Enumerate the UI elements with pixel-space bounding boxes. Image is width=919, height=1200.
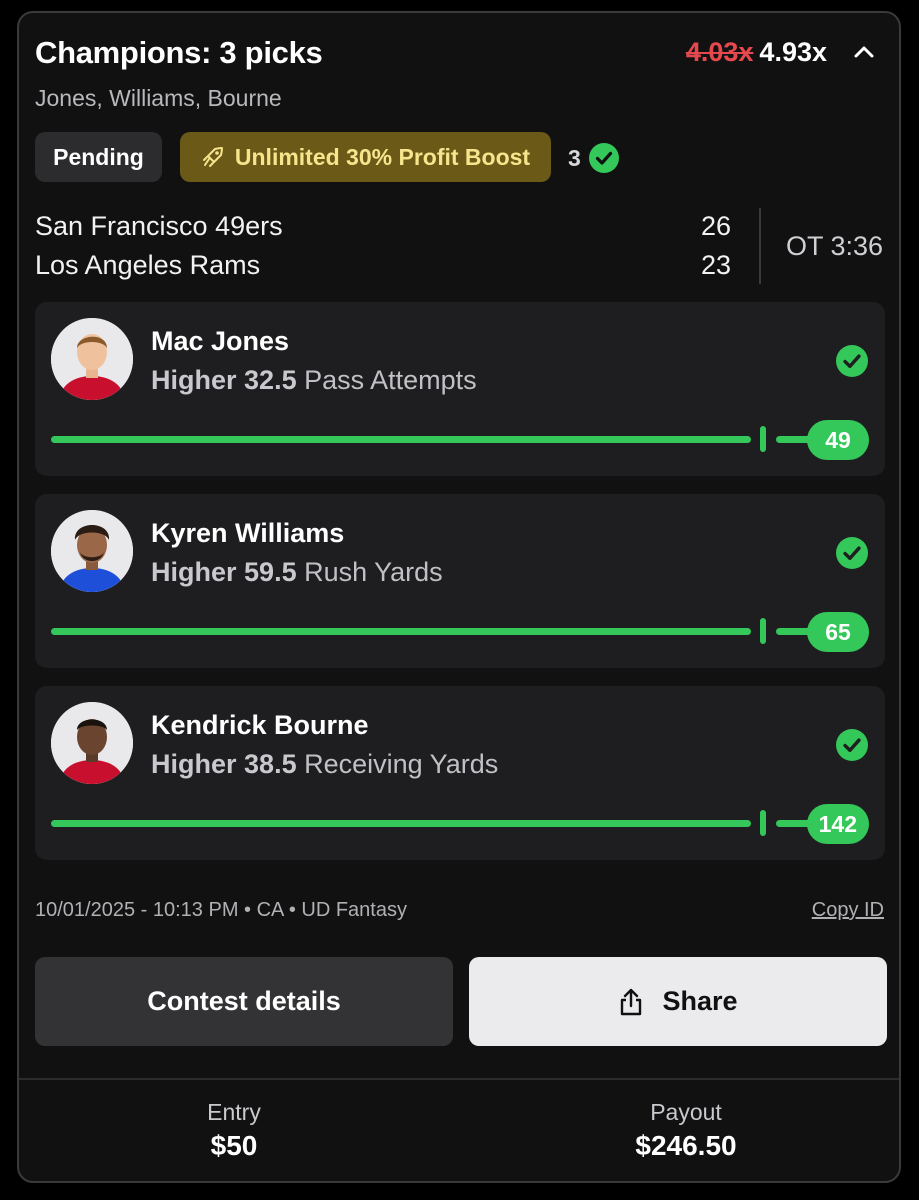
away-team-name: Los Angeles Rams (35, 250, 261, 280)
progress-bar (51, 820, 751, 827)
avatar (51, 318, 133, 400)
share-button[interactable]: Share (469, 957, 887, 1046)
progress-bar (51, 628, 751, 635)
actual-stat-pill: 49 (807, 420, 869, 460)
old-multiplier: 4.03x (685, 37, 754, 67)
pick-stat: Receiving Yards (304, 749, 499, 779)
profit-boost-badge: Unlimited 30% Profit Boost (180, 132, 551, 182)
player-name: Mac Jones (151, 326, 290, 356)
slip-title: Champions: 3 picks (35, 35, 323, 70)
line-marker (760, 426, 766, 452)
payout-summary: Payout $246.50 (476, 1099, 896, 1162)
check-circle-icon (588, 143, 619, 173)
pick-direction: Higher (151, 749, 237, 779)
entry-label: Entry (207, 1099, 261, 1125)
game-clock: OT 3:36 (786, 231, 884, 261)
entry-value: $50 (210, 1130, 258, 1161)
share-icon (621, 988, 642, 1015)
contest-details-label: Contest details (147, 986, 341, 1016)
pick-line: Higher 38.5 Receiving Yards (151, 749, 498, 780)
contest-details-button[interactable]: Contest details (35, 957, 453, 1046)
check-circle-icon (836, 345, 868, 377)
pick-card[interactable]: Kyren Williams Higher 59.5 Rush Yards 65 (35, 494, 885, 668)
check-circle-icon (836, 729, 868, 761)
home-team-score: 26 (700, 211, 731, 241)
actual-stat-pill: 142 (806, 804, 869, 844)
copy-id-link[interactable]: Copy ID (812, 899, 884, 922)
progress-bar (51, 436, 751, 443)
profit-boost-label: Unlimited 30% Profit Boost (234, 143, 531, 170)
entry-summary: Entry $50 (24, 1099, 444, 1162)
pick-stat: Pass Attempts (304, 365, 477, 395)
home-team-name: San Francisco 49ers (35, 211, 283, 241)
share-label: Share (662, 986, 738, 1016)
payout-label: Payout (650, 1099, 722, 1125)
line-marker (760, 618, 766, 644)
pick-card[interactable]: Mac Jones Higher 32.5 Pass Attempts 49 (35, 302, 885, 476)
boosted-multiplier: 4.93x (759, 37, 827, 67)
avatar (51, 510, 133, 592)
entry-card: Champions: 3 picks 4.03x 4.93x Jones, Wil… (17, 11, 901, 1183)
multiplier: 4.03x 4.93x (686, 37, 827, 68)
pick-line-value: 59.5 (244, 557, 297, 587)
game-divider (759, 208, 761, 284)
pick-direction: Higher (151, 557, 237, 587)
rocket-icon (202, 147, 223, 167)
players-summary: Jones, Williams, Bourne (35, 85, 282, 111)
pick-line: Higher 32.5 Pass Attempts (151, 365, 477, 396)
check-circle-icon (836, 537, 868, 569)
player-name: Kendrick Bourne (151, 710, 369, 740)
player-name: Kyren Williams (151, 518, 345, 548)
entry-meta-info: 10/01/2025 - 10:13 PM • CA • UD Fantasy (35, 899, 407, 921)
away-team-score: 23 (700, 250, 731, 280)
pick-line-value: 32.5 (244, 365, 297, 395)
avatar (51, 702, 133, 784)
pick-line-value: 38.5 (244, 749, 297, 779)
line-marker (760, 810, 766, 836)
correct-count-value: 3 (568, 144, 581, 171)
pick-card[interactable]: Kendrick Bourne Higher 38.5 Receiving Ya… (35, 686, 885, 860)
payout-value: $246.50 (635, 1130, 737, 1161)
pick-direction: Higher (151, 365, 237, 395)
correct-picks-count: 3 (568, 142, 619, 174)
actual-stat-pill: 65 (807, 612, 869, 652)
chevron-up-icon[interactable] (849, 37, 879, 67)
footer-divider (19, 1078, 899, 1080)
status-badge: Pending (35, 132, 162, 182)
pick-stat: Rush Yards (304, 557, 443, 587)
pick-line: Higher 59.5 Rush Yards (151, 557, 443, 588)
